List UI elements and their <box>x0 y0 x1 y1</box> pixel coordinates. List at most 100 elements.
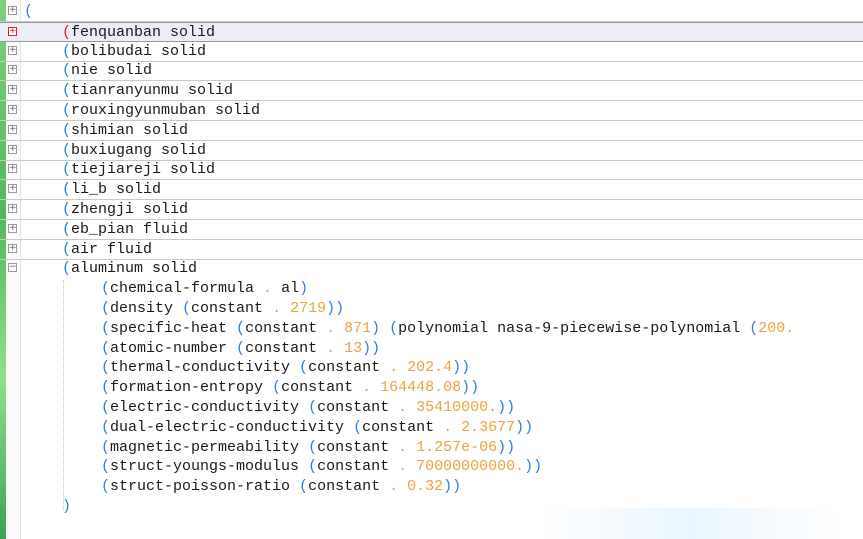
code-line[interactable]: (atomic-number (constant . 13)) <box>0 339 863 359</box>
close-paren: ) <box>506 438 516 456</box>
fold-expand-icon[interactable]: + <box>8 45 17 55</box>
code-line[interactable]: (dual-electric-conductivity (constant . … <box>0 418 863 438</box>
close-paren: ) <box>524 458 534 476</box>
code-line[interactable]: + (bolibudai solid <box>0 42 863 62</box>
material-entry[interactable]: (eb_pian fluid <box>62 220 188 240</box>
code-line[interactable]: + (fenquanban solid <box>0 21 863 43</box>
property-key: specific-heat <box>110 319 237 337</box>
fold-expand-icon[interactable]: + <box>8 6 17 15</box>
code-line[interactable]: + (air fluid <box>0 240 863 260</box>
open-paren: ( <box>236 319 246 337</box>
code-line[interactable]: +( <box>0 2 863 22</box>
property-key: struct-poisson-ratio <box>110 478 300 496</box>
material-entry[interactable]: (air fluid <box>62 240 152 260</box>
code-line[interactable]: (struct-poisson-ratio (constant . 0.32)) <box>0 477 863 497</box>
fold-expand-icon[interactable]: + <box>8 26 17 36</box>
code-line[interactable]: − (aluminum solid <box>0 259 863 279</box>
material-entry[interactable]: (fenquanban solid <box>62 23 215 43</box>
open-paren: ( <box>182 300 192 317</box>
close-paren: ) <box>524 418 534 436</box>
code-line[interactable]: (thermal-conductivity (constant . 202.4)… <box>0 358 863 378</box>
dot: . <box>326 319 345 337</box>
property-line[interactable]: (chemical-formula . al) <box>101 279 308 299</box>
fold-expand-icon[interactable]: + <box>8 85 17 95</box>
property-line[interactable]: (magnetic-permeability (constant . 1.257… <box>101 438 515 458</box>
property-line[interactable]: (specific-heat (constant . 871) (polynom… <box>101 319 794 339</box>
open-paren: ( <box>62 240 72 258</box>
close-paren: ) <box>533 458 543 476</box>
property-value: 871 <box>344 319 372 337</box>
property-line[interactable]: (dual-electric-conductivity (constant . … <box>101 418 533 438</box>
property-line[interactable]: (density (constant . 2719)) <box>101 299 344 319</box>
fold-expand-icon[interactable]: + <box>8 184 17 194</box>
material-entry[interactable]: (tianranyunmu solid <box>62 81 233 101</box>
code-line[interactable]: + (tiejiareji solid <box>0 160 863 181</box>
material-name: fenquanban solid <box>71 23 216 41</box>
material-entry[interactable]: (li_b solid <box>62 180 161 200</box>
close-paren: ) <box>461 359 471 377</box>
code-line[interactable]: + (eb_pian fluid <box>0 220 863 240</box>
material-entry[interactable]: (nie solid <box>62 61 152 81</box>
code-line[interactable]: (density (constant . 2719)) <box>0 299 863 319</box>
close-paren: ) <box>362 339 372 357</box>
code-line[interactable]: + (rouxingyunmuban solid <box>0 101 863 121</box>
close-paren: ) <box>335 300 345 317</box>
close-paren: ) <box>497 438 507 456</box>
open-paren: ( <box>62 260 72 278</box>
code-line[interactable]: (specific-heat (constant . 871) (polynom… <box>0 319 863 339</box>
open-paren: ( <box>62 161 72 179</box>
code-line[interactable]: ) <box>0 497 863 517</box>
property-type: constant <box>245 339 327 357</box>
close-paren: ) <box>371 339 381 357</box>
property-key: formation-entropy <box>110 379 273 397</box>
material-entry[interactable]: (buxiugang solid <box>62 141 206 161</box>
fold-expand-icon[interactable]: + <box>8 65 17 75</box>
material-name: tianranyunmu solid <box>71 82 234 100</box>
close-paren: ) <box>443 478 453 496</box>
code-line[interactable]: + (nie solid <box>0 61 863 82</box>
material-entry-expanded[interactable]: (aluminum solid <box>62 259 197 279</box>
open-paren: ( <box>308 458 318 476</box>
property-key: struct-youngs-modulus <box>110 458 309 476</box>
code-line[interactable]: (magnetic-permeability (constant . 1.257… <box>0 438 863 458</box>
code-line[interactable]: + (li_b solid <box>0 180 863 201</box>
dot: . <box>443 418 462 436</box>
property-value: 2.3677 <box>461 418 516 436</box>
material-entry[interactable]: (bolibudai solid <box>62 42 206 62</box>
property-line[interactable]: (formation-entropy (constant . 164448.08… <box>101 378 479 398</box>
fold-expand-icon[interactable]: + <box>8 124 17 134</box>
property-value: 0.32 <box>407 478 444 496</box>
code-line[interactable]: + (buxiugang solid <box>0 141 863 161</box>
root-open-paren: ( <box>24 3 34 20</box>
property-line[interactable]: (atomic-number (constant . 13)) <box>101 339 380 359</box>
material-entry[interactable]: (tiejiareji solid <box>62 160 215 180</box>
fold-expand-icon[interactable]: + <box>8 223 17 233</box>
fold-collapse-icon[interactable]: − <box>8 263 17 273</box>
fold-expand-icon[interactable]: + <box>8 105 17 114</box>
code-line[interactable]: (formation-entropy (constant . 164448.08… <box>0 378 863 398</box>
code-line[interactable]: + (tianranyunmu solid <box>0 81 863 102</box>
material-entry[interactable]: (zhengji solid <box>62 200 188 220</box>
open-paren: ( <box>101 339 111 357</box>
open-paren: ( <box>62 42 72 60</box>
fold-expand-icon[interactable]: + <box>8 204 17 213</box>
material-entry[interactable]: (rouxingyunmuban solid <box>62 101 260 121</box>
property-line[interactable]: (electric-conductivity (constant . 35410… <box>101 398 515 418</box>
fold-expand-icon[interactable]: + <box>8 144 17 154</box>
close-paren: ) <box>299 280 309 298</box>
code-line[interactable]: (chemical-formula . al) <box>0 279 863 299</box>
fold-expand-icon[interactable]: + <box>8 164 17 174</box>
property-line[interactable]: (thermal-conductivity (constant . 202.4)… <box>101 358 470 378</box>
property-line[interactable]: (struct-youngs-modulus (constant . 70000… <box>101 457 542 477</box>
fold-expand-icon[interactable]: + <box>8 243 17 253</box>
code-line[interactable]: (struct-youngs-modulus (constant . 70000… <box>0 457 863 477</box>
code-line[interactable]: + (zhengji solid <box>0 200 863 220</box>
close-paren: ) <box>62 498 72 515</box>
open-paren: ( <box>101 399 111 416</box>
close-paren: ) <box>452 359 462 377</box>
material-entry[interactable]: (shimian solid <box>62 121 188 141</box>
code-line[interactable]: + (shimian solid <box>0 121 863 141</box>
property-line[interactable]: (struct-poisson-ratio (constant . 0.32)) <box>101 477 461 497</box>
code-line[interactable]: (electric-conductivity (constant . 35410… <box>0 398 863 418</box>
property-key: density <box>110 300 183 317</box>
